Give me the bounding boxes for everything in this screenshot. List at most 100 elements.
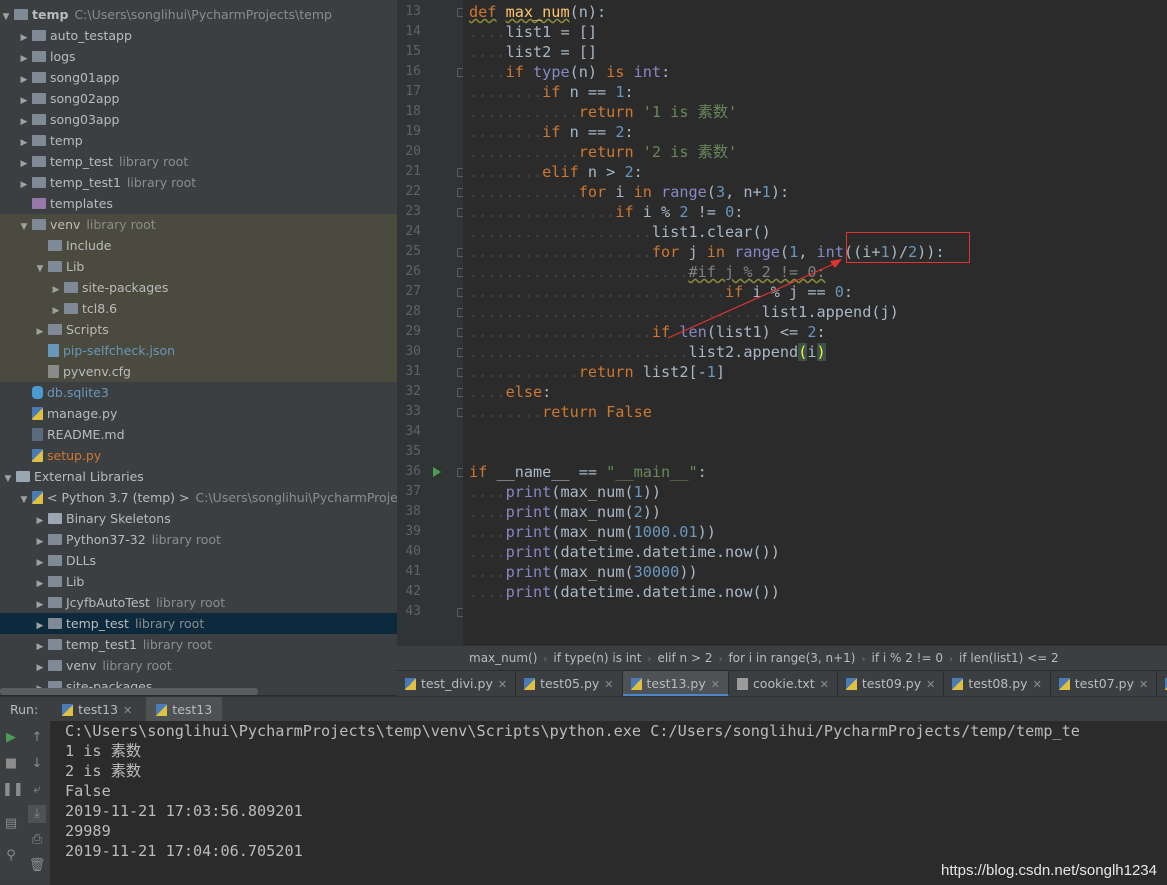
tree-item[interactable]: ▼ Lib: [0, 256, 397, 277]
file-icon: [32, 449, 43, 462]
project-tree[interactable]: ▼ temp C:\Users\songlihui\PycharmProjects\…: [0, 0, 397, 695]
tree-item[interactable]: ▶ JcyfbAutoTest library root: [0, 592, 397, 613]
run-tab-active[interactable]: test13: [146, 697, 223, 722]
tree-item[interactable]: ▶ temp_test library root: [0, 613, 397, 634]
line-number: 24: [405, 224, 421, 239]
run-tab[interactable]: test13 ✕: [52, 697, 142, 723]
tree-item[interactable]: manage.py: [0, 403, 397, 424]
editor-tab[interactable]: test13.py ✕: [622, 671, 729, 697]
tree-item[interactable]: ▶ DLLs: [0, 550, 397, 571]
tree-item[interactable]: pyvenv.cfg: [0, 361, 397, 382]
folder-icon: [48, 555, 62, 566]
tree-item-tag: library root: [86, 217, 156, 232]
pin-icon[interactable]: ⚲: [2, 847, 20, 865]
editor-tab[interactable]: test08.py ✕: [944, 671, 1051, 697]
tree-item[interactable]: ▶ logs: [0, 46, 397, 67]
tree-item[interactable]: ▶ tcl8.6: [0, 298, 397, 319]
breadcrumb-item[interactable]: for i in range(3, n+1): [722, 646, 861, 671]
code-editor[interactable]: def max_num(n): ....list1 = [] ....list2…: [463, 0, 1167, 645]
line-number: 35: [405, 444, 421, 459]
line-number: 20: [405, 144, 421, 159]
close-icon[interactable]: ✕: [1139, 678, 1148, 691]
tree-item[interactable]: pip-selfcheck.json: [0, 340, 397, 361]
tree-item-label: Python37-32: [66, 532, 146, 547]
code-line: def max_num(n):: [469, 3, 607, 21]
tree-item[interactable]: ▶ temp: [0, 130, 397, 151]
line-number: 16: [405, 64, 421, 79]
editor-tab[interactable]: cookie.txt ✕: [729, 671, 838, 697]
tree-item[interactable]: Include: [0, 235, 397, 256]
run-console[interactable]: C:\Users\songlihui\PycharmProjects\temp\…: [50, 721, 1167, 885]
soft-wrap-icon[interactable]: ⤶: [28, 781, 46, 799]
tree-item[interactable]: ▼ venv library root: [0, 214, 397, 235]
tree-item[interactable]: ▶ temp_test1 library root: [0, 634, 397, 655]
close-icon[interactable]: ✕: [820, 678, 829, 691]
rerun-icon[interactable]: ▶: [2, 729, 20, 747]
editor-tab[interactable]: tes: [1157, 671, 1167, 697]
editor-tab[interactable]: test_divi.py ✕: [397, 671, 517, 697]
print-icon[interactable]: ⎙: [28, 831, 46, 849]
close-icon[interactable]: ✕: [1033, 678, 1042, 691]
tree-item-tag: C:\Users\songlihui\PycharmProjects\: [195, 490, 397, 505]
editor-tab[interactable]: test05.py ✕: [516, 671, 623, 697]
close-icon[interactable]: ✕: [711, 678, 720, 691]
tree-item[interactable]: ▶site-packages: [0, 277, 397, 298]
editor-tab[interactable]: test09.py ✕: [838, 671, 945, 697]
tree-item[interactable]: ▶ Scripts: [0, 319, 397, 340]
line-number: 41: [405, 564, 421, 579]
breadcrumb-item[interactable]: if type(n) is int: [547, 646, 647, 671]
tree-item[interactable]: ▶ Lib: [0, 571, 397, 592]
editor-tab[interactable]: test07.py ✕: [1051, 671, 1158, 697]
close-icon[interactable]: ✕: [926, 678, 935, 691]
tree-item[interactable]: ▶ song03app: [0, 109, 397, 130]
tree-item[interactable]: ▶ song01app: [0, 67, 397, 88]
breadcrumb-item[interactable]: elif n > 2: [651, 646, 718, 671]
tree-item[interactable]: templates: [0, 193, 397, 214]
layout-icon[interactable]: ▤: [2, 815, 20, 833]
tree-item-label: JcyfbAutoTest: [66, 595, 150, 610]
close-icon[interactable]: ✕: [498, 678, 507, 691]
tree-item[interactable]: ▶ Binary Skeletons: [0, 508, 397, 529]
run-gutter-icon[interactable]: [433, 467, 441, 477]
stop-icon[interactable]: ■: [2, 755, 20, 773]
tree-item-label: pip-selfcheck.json: [63, 343, 176, 358]
folder-icon: [48, 618, 62, 629]
up-arrow-icon[interactable]: ↑: [28, 729, 46, 747]
tree-item-label: DLLs: [66, 553, 97, 568]
tree-root[interactable]: ▼ temp C:\Users\songlihui\PycharmProjects\…: [0, 4, 397, 25]
tree-item[interactable]: ▶ auto_testapp: [0, 25, 397, 46]
horizontal-scrollbar[interactable]: [0, 688, 258, 695]
console-line: C:\Users\songlihui\PycharmProjects\temp\…: [65, 722, 1080, 740]
pause-icon[interactable]: ❚❚: [2, 781, 24, 799]
breadcrumb-item[interactable]: max_num(): [463, 646, 543, 671]
breadcrumb-item[interactable]: if len(list1) <= 2: [953, 646, 1065, 671]
tree-item[interactable]: ▶ Python37-32 library root: [0, 529, 397, 550]
tree-item-label: temp_test: [50, 154, 113, 169]
tab-label: test07.py: [1074, 676, 1134, 691]
tree-item[interactable]: ▶ venv library root: [0, 655, 397, 676]
scroll-to-end-icon[interactable]: ⤓: [28, 805, 46, 823]
tree-item[interactable]: db.sqlite3: [0, 382, 397, 403]
file-icon: [952, 678, 964, 690]
run-label: Run:: [10, 702, 39, 717]
tree-item-label: Lib: [66, 574, 85, 589]
breadcrumb-item[interactable]: if i % 2 != 0: [865, 646, 949, 671]
tree-item[interactable]: README.md: [0, 424, 397, 445]
trash-icon[interactable]: 🗑: [28, 857, 46, 875]
down-arrow-icon[interactable]: ↓: [28, 755, 46, 773]
close-icon[interactable]: ✕: [123, 704, 132, 717]
close-icon[interactable]: ✕: [604, 678, 613, 691]
tree-item[interactable]: ▼ External Libraries: [0, 466, 397, 487]
run-tab-label: test13: [78, 702, 119, 717]
tree-item[interactable]: ▼ < Python 3.7 (temp) > C:\Users\songlihui…: [0, 487, 397, 508]
tree-item-label: song03app: [50, 112, 120, 127]
file-icon: [48, 365, 59, 378]
tree-item[interactable]: ▶ temp_test library root: [0, 151, 397, 172]
file-icon: [405, 678, 416, 690]
line-number: 36: [405, 464, 421, 479]
tree-item[interactable]: ▶ temp_test1 library root: [0, 172, 397, 193]
folder-icon: [32, 30, 46, 41]
tree-item[interactable]: setup.py: [0, 445, 397, 466]
tree-item[interactable]: ▶ song02app: [0, 88, 397, 109]
tree-item-tag: library root: [151, 532, 221, 547]
